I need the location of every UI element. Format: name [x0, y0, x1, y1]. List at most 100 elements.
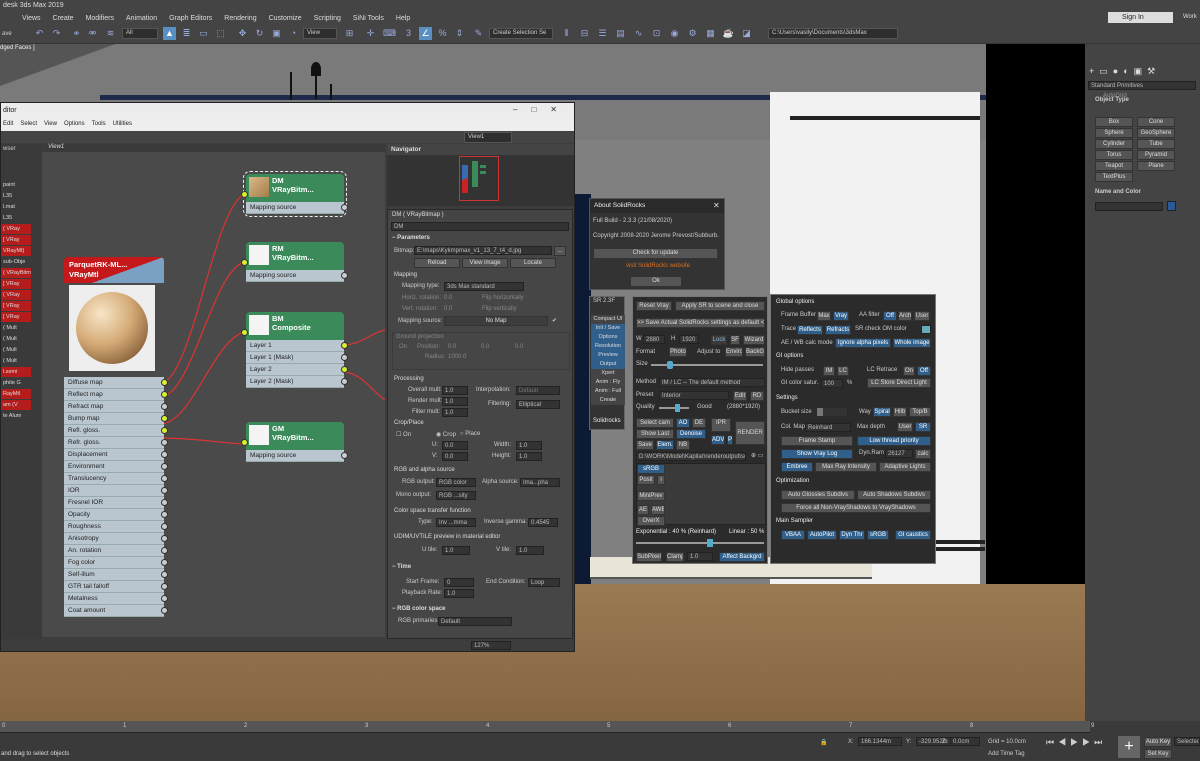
browser-item[interactable]: L35: [1, 213, 31, 223]
browser-item[interactable]: phite G: [1, 378, 31, 388]
set-key-button[interactable]: Set Key: [1144, 749, 1172, 759]
viewport-label[interactable]: dged Faces ]: [0, 45, 35, 51]
depth-sr-button[interactable]: SR: [915, 422, 931, 432]
input-socket[interactable]: [341, 452, 348, 459]
slot-socket[interactable]: [161, 403, 168, 410]
quality-slider-thumb[interactable]: [675, 404, 680, 412]
output-socket[interactable]: [241, 329, 248, 336]
clamp-field[interactable]: 1.0: [687, 552, 713, 561]
auto-glossies-button[interactable]: Auto Glossies Subdivs: [781, 490, 855, 500]
parameters-rollout[interactable]: − Parameters: [392, 235, 430, 241]
backg-button[interactable]: BackG: [745, 347, 765, 357]
layer-slot[interactable]: Layer 1: [246, 340, 348, 352]
website-link[interactable]: visit SolidRocks website: [626, 263, 690, 269]
teapot-button[interactable]: Teapot: [1095, 161, 1133, 171]
textplus-button[interactable]: TextPlus: [1095, 172, 1133, 182]
material-editor-icon[interactable]: ◉: [668, 27, 681, 40]
p-button[interactable]: P: [727, 435, 733, 445]
slot-socket[interactable]: [161, 547, 168, 554]
menu-item[interactable]: Modifiers: [86, 15, 126, 22]
nb-button[interactable]: NB: [676, 440, 690, 450]
box-button[interactable]: Box: [1095, 117, 1133, 127]
ok-button[interactable]: Ok: [630, 276, 682, 287]
sme-menu-item[interactable]: Utilities: [113, 121, 132, 129]
embree-button[interactable]: Embree: [781, 462, 813, 472]
inverse-gamma-field[interactable]: 0.4545: [528, 518, 558, 527]
unlink-icon[interactable]: ⚮: [86, 27, 99, 40]
browser-item[interactable]: L35: [1, 191, 31, 201]
selected-dropdown[interactable]: Selected: [1174, 737, 1200, 746]
ignore-alpha-button[interactable]: Ignore alpha pixels: [835, 338, 891, 348]
mapping-source-slot[interactable]: Mapping source: [246, 270, 348, 282]
align-icon[interactable]: ⊟: [578, 27, 591, 40]
overx-button[interactable]: OverX: [637, 516, 665, 526]
flip-h-checkbox[interactable]: Flip horizontally: [482, 295, 524, 301]
move-icon[interactable]: ✥: [236, 27, 249, 40]
selection-filter-dropdown[interactable]: All: [122, 28, 158, 39]
sr-tab[interactable]: Compact UI: [591, 315, 625, 324]
place-icon[interactable]: ◔: [287, 27, 300, 40]
primaries-dropdown[interactable]: Default: [438, 617, 512, 626]
material-slot[interactable]: Metalness: [64, 593, 168, 605]
filter-mult-field[interactable]: 1.0: [442, 408, 468, 417]
material-slot[interactable]: Opacity: [64, 509, 168, 521]
filtering-dropdown[interactable]: Elliptical: [516, 400, 560, 409]
mapping-source-slot[interactable]: Mapping source: [246, 450, 348, 462]
browser-item[interactable]: { VRayBitma: [1, 268, 31, 278]
enviro-button[interactable]: Enviro: [725, 347, 743, 357]
auto-key-button[interactable]: Auto Key: [1144, 737, 1172, 747]
topb-button[interactable]: Top/B: [909, 407, 931, 417]
material-slot[interactable]: An. rotation: [64, 545, 168, 557]
v-field[interactable]: 0.0: [442, 452, 468, 461]
project-path-field[interactable]: C:\Users\vasily\Documents\3dsMax: [768, 28, 898, 39]
layer-icon[interactable]: ☰: [596, 27, 609, 40]
command-tabs-icons[interactable]: +▭●◐▣⚒: [1089, 66, 1160, 77]
slot-socket[interactable]: [161, 571, 168, 578]
rgb-color-space-rollout[interactable]: − RGB color space: [392, 606, 446, 612]
material-slot[interactable]: Reflect map: [64, 389, 168, 401]
render-production-icon[interactable]: ◪: [740, 27, 753, 40]
menu-item[interactable]: Create: [53, 15, 86, 22]
calc-button[interactable]: calc: [915, 449, 931, 459]
schematic-icon[interactable]: ⊡: [650, 27, 663, 40]
rotate-icon[interactable]: ↻: [253, 27, 266, 40]
undo-icon[interactable]: ↶: [33, 27, 46, 40]
bind-icon[interactable]: ≋: [104, 27, 117, 40]
output-extra-icon[interactable]: ⊕ ▭: [751, 452, 763, 459]
mapping-source-slot[interactable]: Mapping source: [246, 202, 348, 214]
input-socket[interactable]: [341, 366, 348, 373]
input-socket[interactable]: [341, 342, 348, 349]
posit-button[interactable]: Posit: [637, 475, 655, 485]
ae-button[interactable]: AE: [637, 505, 649, 515]
input-socket[interactable]: [341, 204, 348, 211]
material-slot[interactable]: Translucency: [64, 473, 168, 485]
crop-radio[interactable]: ◉ Crop: [436, 431, 456, 438]
gm-node[interactable]: GM VRayBitm... Mapping source: [241, 422, 348, 462]
keyboard-shortcut-icon[interactable]: ⌨: [383, 27, 396, 40]
bitmap-path-field[interactable]: E:\maps\Kykmpmax_v1_13_7_t4_d.jpg: [414, 246, 552, 255]
material-slot[interactable]: Refract map: [64, 401, 168, 413]
sphere-button[interactable]: Sphere: [1095, 128, 1133, 138]
material-slot[interactable]: Refr. gloss.: [64, 437, 168, 449]
close-icon[interactable]: ✕: [713, 201, 720, 210]
u-tile-field[interactable]: 1.0: [442, 546, 470, 555]
angle-snap-icon[interactable]: ∠: [419, 27, 432, 40]
fb-vray-button[interactable]: Vray: [833, 311, 849, 321]
sr-tab[interactable]: Anim : Fly: [591, 378, 625, 387]
slot-socket[interactable]: [161, 451, 168, 458]
sf-button[interactable]: SF: [730, 335, 740, 345]
denoise-button[interactable]: Denoise: [676, 429, 706, 439]
slot-socket[interactable]: [161, 439, 168, 446]
show-last-button[interactable]: Show Last: [636, 429, 674, 439]
slot-socket[interactable]: [161, 583, 168, 590]
adv-button[interactable]: ADV: [711, 435, 725, 445]
browser-item[interactable]: ( Mult: [1, 356, 31, 366]
material-slot[interactable]: Coat amount: [64, 605, 168, 617]
auto-shadows-button[interactable]: Auto Shadows Subdivs: [857, 490, 931, 500]
frame-stamp-button[interactable]: Frame Stamp: [781, 436, 853, 446]
height-field[interactable]: 1920: [679, 335, 699, 344]
elem-button[interactable]: Elem.: [656, 440, 674, 450]
mono-output-dropdown[interactable]: RGB ...sity: [436, 491, 476, 500]
fb-max-button[interactable]: Max: [817, 311, 831, 321]
mapping-source-checkbox[interactable]: ✔: [552, 317, 557, 324]
